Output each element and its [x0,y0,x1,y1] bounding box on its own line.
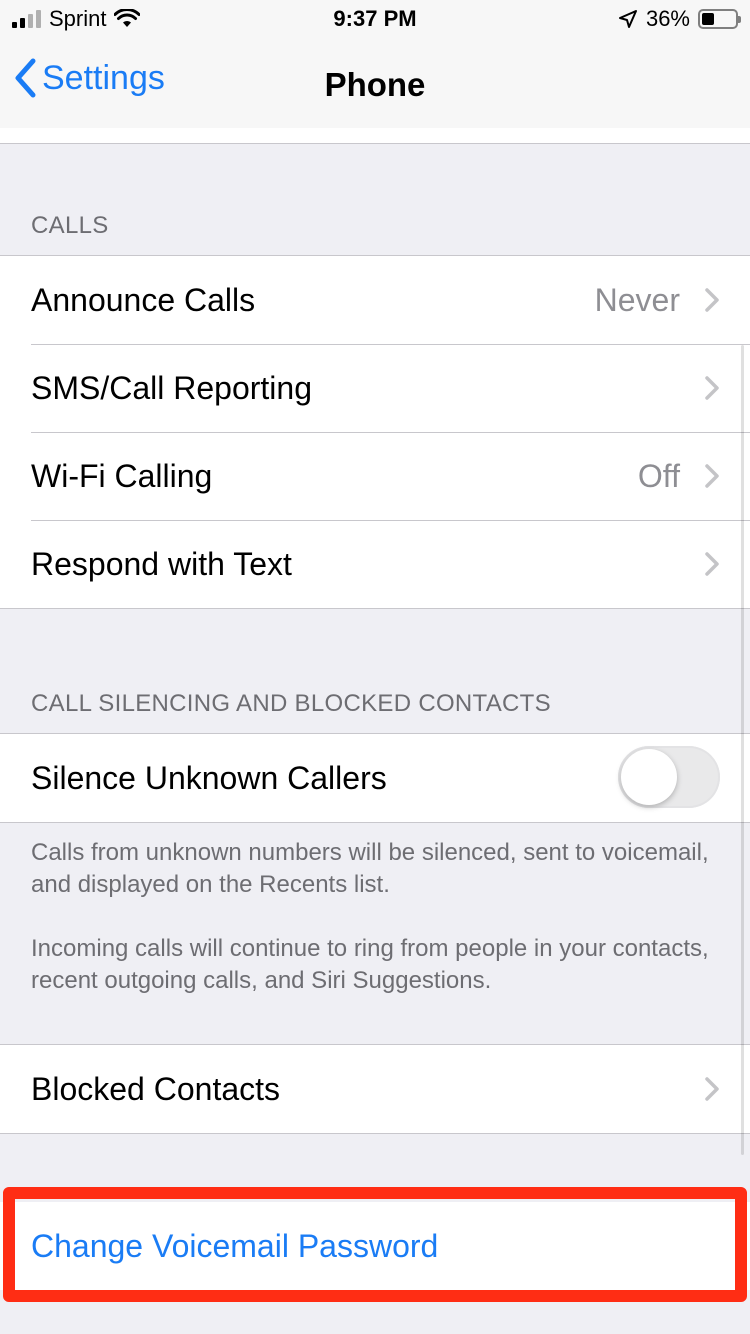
navigation-bar: Settings Phone [0,40,750,128]
respond-with-text-row[interactable]: Respond with Text [0,520,750,608]
silence-unknown-callers-toggle[interactable] [618,746,720,808]
blocked-contacts-row[interactable]: Blocked Contacts [0,1045,750,1133]
change-voicemail-password-button[interactable]: Change Voicemail Password [0,1202,750,1290]
row-label: SMS/Call Reporting [31,369,312,406]
scrollbar[interactable] [741,345,744,1155]
blocked-group: Blocked Contacts [0,1044,750,1134]
row-label: Change Voicemail Password [31,1227,439,1264]
calls-group: Announce Calls Never SMS/Call Reporting … [0,255,750,609]
status-right: 36% [618,6,741,32]
status-bar: Sprint 9:37 PM 36% [0,0,750,40]
chevron-right-icon [705,1077,719,1101]
sms-call-reporting-row[interactable]: SMS/Call Reporting [0,344,750,432]
battery-percent: 36% [645,6,690,31]
previous-group-edge [0,128,750,144]
chevron-right-icon [705,376,719,400]
toggle-knob [621,749,677,805]
chevron-right-icon [705,288,719,312]
battery-fill [702,13,714,25]
silence-group: Silence Unknown Callers [0,733,750,823]
phone-settings-screen: Sprint 9:37 PM 36% Settings Phone CALLS … [0,0,750,1334]
silencing-section-header: CALL SILENCING AND BLOCKED CONTACTS [31,690,551,717]
row-label: Announce Calls [31,281,256,318]
row-label: Blocked Contacts [31,1070,281,1107]
silence-footer-note-2: Incoming calls will continue to ring fro… [31,935,709,994]
row-label: Silence Unknown Callers [31,759,387,796]
chevron-right-icon [705,464,719,488]
row-value: Off [637,457,680,494]
location-icon [618,10,637,28]
announce-calls-row[interactable]: Announce Calls Never [0,256,750,344]
chevron-right-icon [705,552,719,576]
battery-icon [698,9,741,29]
page-title: Phone [324,66,426,103]
row-value: Never [594,281,680,318]
wifi-calling-row[interactable]: Wi-Fi Calling Off [0,432,750,520]
top-bar: Sprint 9:37 PM 36% Settings Phone [0,0,750,129]
silence-footer-note: Calls from unknown numbers will be silen… [31,839,709,898]
row-label: Respond with Text [31,545,292,582]
calls-section-header: CALLS [31,212,109,239]
row-label: Wi-Fi Calling [31,457,213,494]
silence-unknown-callers-row: Silence Unknown Callers [0,734,750,822]
